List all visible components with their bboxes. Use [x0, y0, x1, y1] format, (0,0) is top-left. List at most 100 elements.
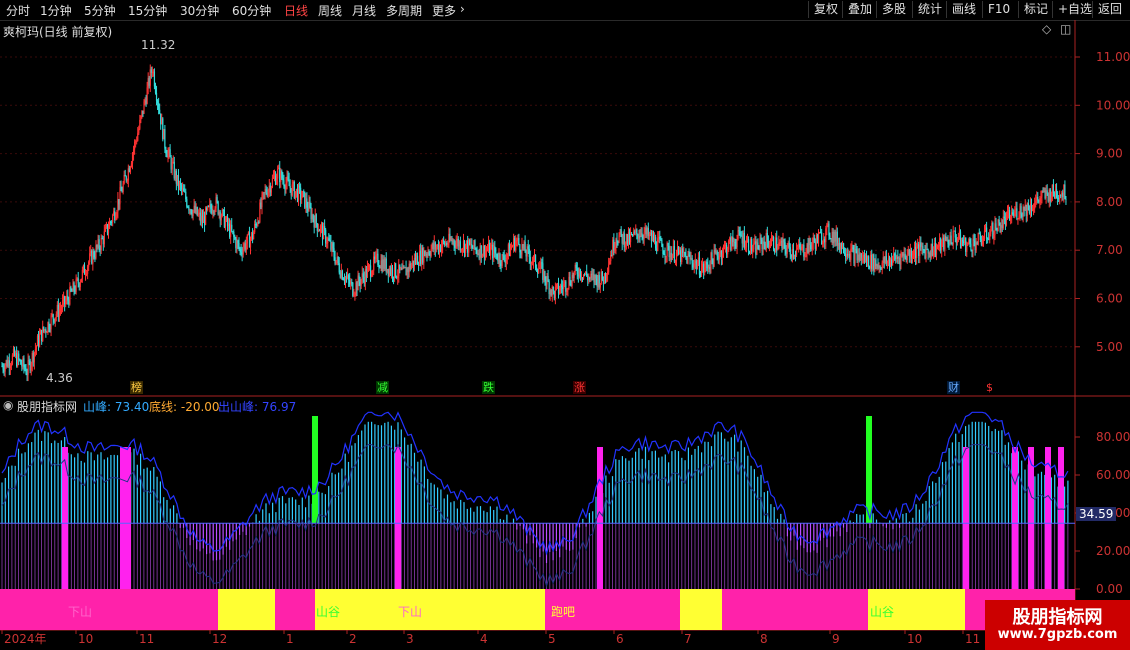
collapse-icon[interactable]: ◉: [3, 398, 13, 412]
candle-body: [582, 274, 585, 279]
candle-body: [365, 269, 367, 278]
candle-body: [574, 264, 576, 272]
signal-bar: [125, 447, 131, 589]
candle-body: [688, 254, 690, 256]
candle-body: [24, 367, 26, 370]
tf-monthly[interactable]: 月线: [352, 2, 376, 19]
stats-button[interactable]: 统计: [912, 1, 947, 18]
candle-body: [732, 236, 734, 243]
candle-body: [201, 215, 204, 223]
candle-body: [1061, 192, 1063, 196]
candle-body: [966, 245, 968, 252]
candle-body: [803, 245, 805, 257]
candle-body: [25, 369, 27, 375]
tf-fenshi[interactable]: 分时: [6, 2, 30, 19]
candle-body: [186, 199, 188, 207]
candle-body: [800, 247, 802, 251]
candle-body: [650, 232, 653, 241]
draw-button[interactable]: 画线: [946, 1, 981, 18]
candle-body: [83, 265, 86, 275]
candle-body: [565, 281, 567, 292]
candle-body: [604, 273, 607, 279]
candle-body: [599, 283, 601, 288]
fuquan-button[interactable]: 复权: [808, 1, 843, 18]
multi-stock-button[interactable]: 多股: [876, 1, 911, 18]
back-button[interactable]: 返回: [1092, 1, 1127, 18]
candle-body: [9, 366, 11, 369]
candle-body: [699, 274, 702, 276]
candle-body: [1050, 196, 1052, 202]
tf-1min[interactable]: 1分钟: [40, 2, 72, 19]
candle-body: [868, 256, 870, 267]
candle-body: [178, 182, 181, 188]
tf-30min[interactable]: 30分钟: [180, 2, 219, 19]
candle-body: [375, 255, 377, 260]
candle-body: [1064, 184, 1066, 200]
candle-body: [119, 187, 121, 205]
candle-body: [58, 309, 61, 317]
candle-body: [758, 248, 760, 250]
candle-body: [989, 233, 991, 240]
candle-body: [271, 178, 274, 187]
candle-body: [136, 140, 138, 142]
diamond-icon[interactable]: ◇: [1042, 22, 1051, 36]
candle-body: [148, 78, 150, 86]
candle-body: [799, 243, 801, 248]
candle-body: [751, 239, 753, 252]
candle-body: [828, 223, 830, 236]
mark-button[interactable]: 标记: [1018, 1, 1053, 18]
candle-body: [1058, 197, 1060, 200]
candle-body: [150, 69, 152, 73]
candle-body: [61, 300, 64, 309]
candle-body: [14, 353, 17, 356]
candle-body: [210, 204, 212, 209]
candle-body: [978, 232, 980, 234]
candle-body: [247, 232, 250, 235]
add-watchlist-button[interactable]: +自选: [1052, 1, 1097, 18]
candle-body: [958, 231, 961, 239]
candle-body: [304, 191, 306, 208]
candle-body: [241, 252, 243, 255]
indicator-name: 股朋指标网: [17, 400, 78, 414]
candle-body: [816, 234, 819, 244]
candle-body: [191, 213, 193, 216]
candle-body: [554, 287, 556, 299]
tf-60min[interactable]: 60分钟: [232, 2, 271, 19]
candle-body: [690, 258, 692, 260]
candle-body: [357, 275, 359, 291]
tf-weekly[interactable]: 周线: [318, 2, 342, 19]
candle-body: [109, 221, 112, 223]
tf-more[interactable]: 更多: [432, 2, 456, 19]
candle-body: [644, 227, 646, 233]
candle-body: [111, 221, 113, 223]
panel-toggle-icon[interactable]: ◫: [1060, 22, 1071, 36]
candle-body: [170, 157, 172, 170]
candle-body: [213, 211, 215, 213]
overlay-button[interactable]: 叠加: [842, 1, 877, 18]
candle-body: [80, 278, 82, 283]
candle-body: [620, 229, 622, 235]
candle-body: [197, 214, 199, 216]
candle-body: [219, 211, 221, 221]
f10-button[interactable]: F10: [982, 1, 1015, 18]
candle-body: [448, 233, 450, 245]
candle-body: [542, 263, 544, 280]
candle-body: [713, 249, 715, 267]
candle-body: [349, 279, 351, 285]
candle-body: [673, 246, 676, 262]
candle-body: [485, 250, 488, 252]
candle-body: [403, 266, 405, 268]
chart-canvas[interactable]: 11.0010.009.008.007.006.005.00 80.0060.0…: [0, 20, 1130, 650]
candle-body: [871, 254, 873, 270]
signal-bar: [1058, 447, 1064, 589]
tf-daily[interactable]: 日线: [284, 2, 308, 19]
candle-body: [633, 231, 635, 236]
candle-body: [140, 115, 142, 120]
candle-body: [904, 253, 906, 258]
tf-15min[interactable]: 15分钟: [128, 2, 167, 19]
candle-body: [664, 254, 666, 258]
candle-body: [139, 119, 141, 129]
tf-5min[interactable]: 5分钟: [84, 2, 116, 19]
tf-multi[interactable]: 多周期: [386, 2, 422, 19]
candle-body: [792, 249, 795, 257]
